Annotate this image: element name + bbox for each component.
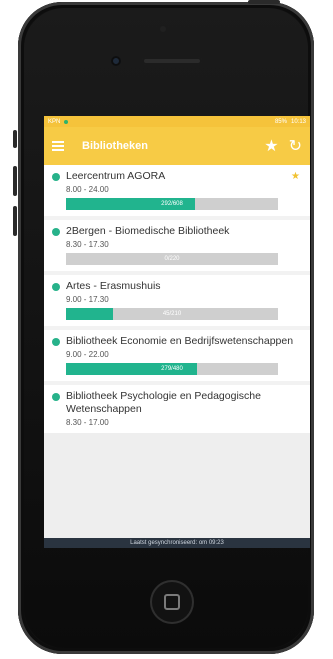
network-label: KPN: [48, 118, 61, 125]
library-name: 2Bergen - Biomedische Bibliotheek: [66, 225, 230, 237]
occupancy-label: 45/210: [162, 311, 182, 317]
open-status-icon: [52, 338, 60, 346]
home-square-icon: [164, 594, 180, 610]
library-hours: 9.00 - 17.30: [66, 295, 109, 304]
page-title: Bibliotheken: [82, 140, 149, 152]
occupancy-label: 279/480: [161, 366, 183, 372]
library-hours: 8.00 - 24.00: [66, 185, 109, 194]
occupancy-bar: 0/220: [66, 253, 278, 265]
app-toolbar: Bibliotheken ★ ↻: [44, 127, 310, 165]
sync-footer: Laatst gesynchroniseerd: om 09:23: [44, 538, 310, 548]
home-button[interactable]: [150, 580, 194, 624]
library-name: Artes - Erasmushuis: [66, 280, 161, 292]
occupancy-bar: 45/210: [66, 308, 278, 320]
battery-label: 85%: [274, 118, 287, 125]
front-camera: [111, 56, 121, 66]
library-item[interactable]: Bibliotheek Psychologie en Pedagogische …: [44, 385, 310, 433]
hamburger-icon[interactable]: [52, 141, 64, 151]
occupancy-bar: 279/480: [66, 363, 278, 375]
mute-switch: [13, 130, 17, 148]
power-button: [248, 0, 280, 4]
volume-up-button: [13, 166, 17, 196]
occupancy-bar: 292/608: [66, 198, 278, 210]
library-name: Bibliotheek Psychologie en Pedagogische …: [66, 390, 261, 415]
earpiece-speaker: [142, 57, 202, 65]
library-item[interactable]: Bibliotheek Economie en Bedrijfswetensch…: [44, 330, 310, 381]
signal-icon: [64, 119, 69, 124]
open-status-icon: [52, 228, 60, 236]
app-screen: KPN 85% 10:13 Bibliotheken ★ ↻ Leercentr…: [44, 116, 310, 548]
refresh-icon[interactable]: ↻: [289, 136, 302, 156]
occupancy-label: 0/220: [164, 256, 180, 262]
open-status-icon: [52, 393, 60, 401]
library-name: Bibliotheek Economie en Bedrijfswetensch…: [66, 335, 294, 347]
status-bar: KPN 85% 10:13: [44, 116, 310, 127]
time-label: 10:13: [290, 118, 306, 125]
favorite-star-icon[interactable]: ★: [291, 171, 300, 182]
library-item[interactable]: 2Bergen - Biomedische Bibliotheek 8.30 -…: [44, 220, 310, 271]
library-hours: 8.30 - 17.00: [66, 418, 109, 427]
open-status-icon: [52, 283, 60, 291]
open-status-icon: [52, 173, 60, 181]
library-item[interactable]: Leercentrum AGORA ★ 8.00 - 24.00 292/608: [44, 165, 310, 216]
library-item[interactable]: Artes - Erasmushuis 9.00 - 17.30 45/210: [44, 275, 310, 326]
occupancy-label: 292/608: [161, 201, 183, 207]
star-icon[interactable]: ★: [264, 136, 278, 156]
volume-down-button: [13, 206, 17, 236]
proximity-sensor: [160, 26, 166, 32]
library-hours: 9.00 - 22.00: [66, 350, 109, 359]
library-hours: 8.30 - 17.30: [66, 240, 109, 249]
library-name: Leercentrum AGORA: [66, 170, 166, 182]
library-list: Leercentrum AGORA ★ 8.00 - 24.00 292/608…: [44, 165, 310, 433]
